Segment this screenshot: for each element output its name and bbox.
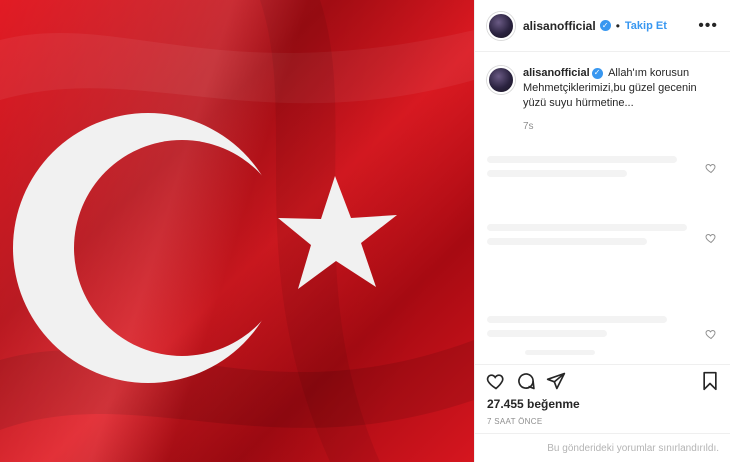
caption-username[interactable]: alisanofficial — [523, 67, 590, 79]
bookmark-icon — [703, 371, 717, 390]
heart-icon[interactable] — [705, 328, 717, 340]
caption-avatar[interactable] — [487, 66, 515, 94]
post-image[interactable] — [0, 0, 474, 462]
like-button[interactable] — [485, 370, 507, 392]
likes-count[interactable]: 27.455 beğenme — [487, 397, 580, 411]
verified-badge-icon: ✓ — [599, 20, 611, 31]
separator-dot: • — [615, 18, 620, 33]
save-button[interactable] — [699, 370, 721, 392]
verified-badge-icon: ✓ — [591, 67, 603, 79]
comment-button[interactable] — [515, 370, 537, 392]
header-username[interactable]: alisanofficial — [523, 19, 596, 33]
post-actions — [475, 364, 730, 392]
caption: alisanofficial ✓ Allah'ım korusun Mehmetç… — [475, 52, 730, 111]
post-header: alisanofficial ✓ • Takip Et ••• — [475, 0, 730, 52]
post-side-panel: alisanofficial ✓ • Takip Et ••• alisanof… — [474, 0, 730, 462]
heart-icon[interactable] — [705, 232, 717, 244]
blurred-comment-line — [487, 330, 607, 337]
share-button[interactable] — [545, 370, 567, 392]
comment-icon — [518, 372, 535, 389]
blurred-comment-line — [487, 238, 647, 245]
share-icon — [546, 372, 566, 389]
comments-area-blurred — [475, 150, 730, 360]
post-timestamp[interactable]: 7 SAAT ÖNCE — [487, 417, 542, 426]
heart-icon[interactable] — [705, 162, 717, 174]
comments-restricted-text: Bu gönderideki yorumlar sınırlandırıldı. — [547, 442, 719, 454]
avatar[interactable] — [487, 11, 515, 40]
caption-time: 7s — [523, 121, 534, 132]
turkish-flag-image — [0, 0, 474, 462]
more-options-icon[interactable]: ••• — [698, 17, 718, 34]
caption-body: alisanofficial ✓ Allah'ım korusun Mehmetç… — [523, 66, 718, 111]
comments-restricted-notice: Bu gönderideki yorumlar sınırlandırıldı. — [475, 433, 730, 462]
blurred-comment-line — [525, 350, 595, 355]
crescent-shape — [0, 0, 474, 462]
blurred-comment-line — [487, 316, 667, 323]
blurred-comment-line — [487, 224, 687, 231]
follow-button[interactable]: Takip Et — [625, 20, 667, 32]
blurred-comment-line — [487, 156, 677, 163]
heart-icon — [486, 373, 504, 390]
instagram-post: alisanofficial ✓ • Takip Et ••• alisanof… — [0, 0, 730, 462]
blurred-comment-line — [487, 170, 627, 177]
